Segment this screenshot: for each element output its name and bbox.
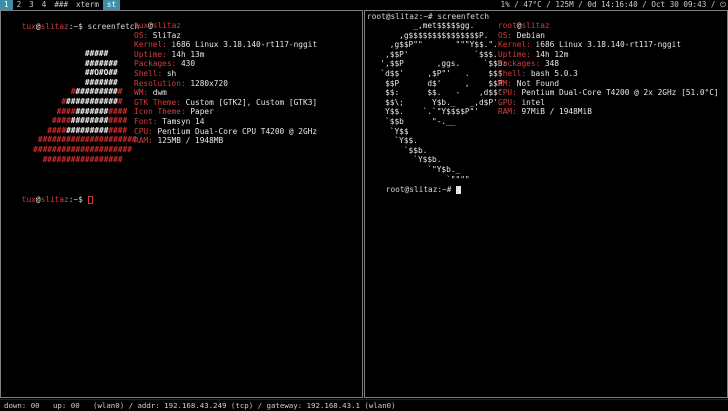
info-line: Uptime: 14h 13m bbox=[134, 49, 205, 59]
logo-line: $$P d$' , $$P bbox=[371, 78, 503, 88]
slitaz-ascii-logo: ##### ####### ##O#O## ####### ##########… bbox=[5, 49, 137, 164]
info-line: Font: Tamsyn 14 bbox=[134, 116, 205, 126]
info-line: Packages: 430 bbox=[134, 59, 196, 69]
info-line: OS: SliTaz bbox=[134, 30, 181, 40]
logo-line: `Y$$. bbox=[371, 136, 418, 146]
info-user-host: root@slitaz bbox=[498, 21, 550, 30]
logo-line: ################# bbox=[47, 125, 128, 135]
logo-line: `d$$' ,$P"' . $$$ bbox=[371, 68, 503, 78]
info-line: Icon Theme: Paper bbox=[134, 107, 214, 117]
logo-line: ,$$P' `$$$. bbox=[371, 49, 498, 59]
logo-line: `$$b "-.__ bbox=[371, 116, 456, 126]
layout-indicator[interactable]: ### bbox=[50, 0, 72, 10]
logo-line: ##################### bbox=[33, 144, 132, 154]
logo-line: ,g$$$$$$$$$$$$$$$P. bbox=[371, 30, 489, 40]
logo-line: _,met$$$$$gg. bbox=[371, 21, 475, 30]
command-line-left: tux@slitaz:~$ screenfetch bbox=[21, 21, 140, 31]
logo-line: $$: $$. - ,d$$' bbox=[371, 88, 503, 98]
system-status: 1% / 47°C / 125M / 0d 14:16:40 / Oct 30 … bbox=[500, 0, 726, 9]
info-line: GPU: intel bbox=[498, 97, 545, 107]
tag-4[interactable]: 4 bbox=[38, 0, 51, 10]
info-line: RAM: 125MB / 1948MB bbox=[134, 136, 224, 146]
window-title-st[interactable]: st bbox=[102, 0, 121, 10]
terminal-right[interactable]: root@slitaz:~# screenfetch _,met$$$$$gg.… bbox=[364, 10, 728, 398]
logo-line: ##################### bbox=[37, 135, 137, 145]
tag-2[interactable]: 2 bbox=[13, 0, 26, 10]
system-info-left: tux@slitaz OS: SliTaz Kernel: i686 Linux 3… bbox=[134, 21, 317, 146]
info-line: Shell: bash 5.0.3 bbox=[498, 68, 578, 78]
text-cursor bbox=[87, 195, 93, 204]
text-cursor bbox=[456, 185, 462, 194]
logo-line: `Y$$b. bbox=[371, 155, 442, 165]
info-line: WM: Not Found bbox=[498, 78, 560, 88]
prompt-right[interactable]: root@slitaz:~# bbox=[367, 175, 462, 204]
logo-line: ',$$P ,ggs. `$$b: bbox=[371, 59, 508, 69]
info-line: Kernel: i686 Linux 3.18.140-rt117-nggit bbox=[134, 40, 318, 50]
logo-line: ##O#O## bbox=[84, 68, 118, 78]
system-info-right: root@slitaz OS: Debian Kernel: i686 Linux … bbox=[498, 21, 719, 117]
logo-line: `$$b. bbox=[371, 145, 428, 155]
debian-ascii-logo: _,met$$$$$gg. ,g$$$$$$$$$$$$$$$P. ,g$$P"… bbox=[371, 21, 507, 184]
info-line: GTK Theme: Custom [GTK2], Custom [GTK3] bbox=[134, 97, 318, 107]
logo-line: ,g$$P"" """Y$$.". bbox=[371, 40, 498, 50]
tag-1[interactable]: 1 bbox=[0, 0, 13, 10]
info-line: Resolution: 1280x720 bbox=[134, 78, 228, 88]
top-status-bar: 1 2 3 4 ### xterm st 1% / 47°C / 125M / … bbox=[0, 0, 728, 10]
bottom-status-bar: down: 00 up: 00 (wlan0) / addr: 192.168.… bbox=[0, 399, 728, 410]
info-user-host: tux@slitaz bbox=[134, 21, 181, 30]
prompt-left[interactable]: tux@slitaz:~$ bbox=[3, 185, 93, 214]
logo-line: Y$$. `.`"Y$$$$P"' bbox=[371, 107, 479, 117]
logo-line: `"Y$b._ bbox=[371, 164, 461, 174]
info-line: RAM: 97MiB / 1948MiB bbox=[498, 107, 592, 117]
terminal-left[interactable]: tux@slitaz:~$ screenfetch ##### ####### … bbox=[0, 10, 363, 398]
logo-line: $$\; Y$b._ _,d$P' bbox=[371, 97, 498, 107]
logo-line: ################ bbox=[51, 116, 128, 126]
info-line: OS: Debian bbox=[498, 30, 545, 40]
info-line: CPU: Pentium Dual-Core CPU T4200 @ 2GHz bbox=[134, 126, 318, 136]
tag-3[interactable]: 3 bbox=[25, 0, 38, 10]
info-line: Shell: sh bbox=[134, 68, 177, 78]
logo-line: ############# bbox=[61, 96, 123, 106]
logo-line: ##### bbox=[84, 49, 109, 58]
logo-line: ############### bbox=[56, 106, 128, 116]
info-line: Packages: 348 bbox=[498, 59, 560, 69]
command-text: :~$ screenfetch bbox=[68, 21, 140, 31]
logo-line: ####### bbox=[84, 58, 118, 68]
logo-line: `Y$$ bbox=[371, 126, 409, 136]
logo-line: ########### bbox=[70, 87, 123, 97]
info-line: WM: dwm bbox=[134, 88, 167, 98]
info-line: CPU: Pentium Dual-Core T4200 @ 2x 2GHz [… bbox=[498, 88, 719, 98]
info-line: Kernel: i686 Linux 3.18.140-rt117-nggit bbox=[498, 40, 682, 50]
logo-line: ####### bbox=[84, 77, 118, 87]
window-title-xterm[interactable]: xterm bbox=[72, 0, 103, 10]
logo-line: ################# bbox=[42, 154, 123, 164]
info-line: Uptime: 14h 12m bbox=[498, 49, 569, 59]
